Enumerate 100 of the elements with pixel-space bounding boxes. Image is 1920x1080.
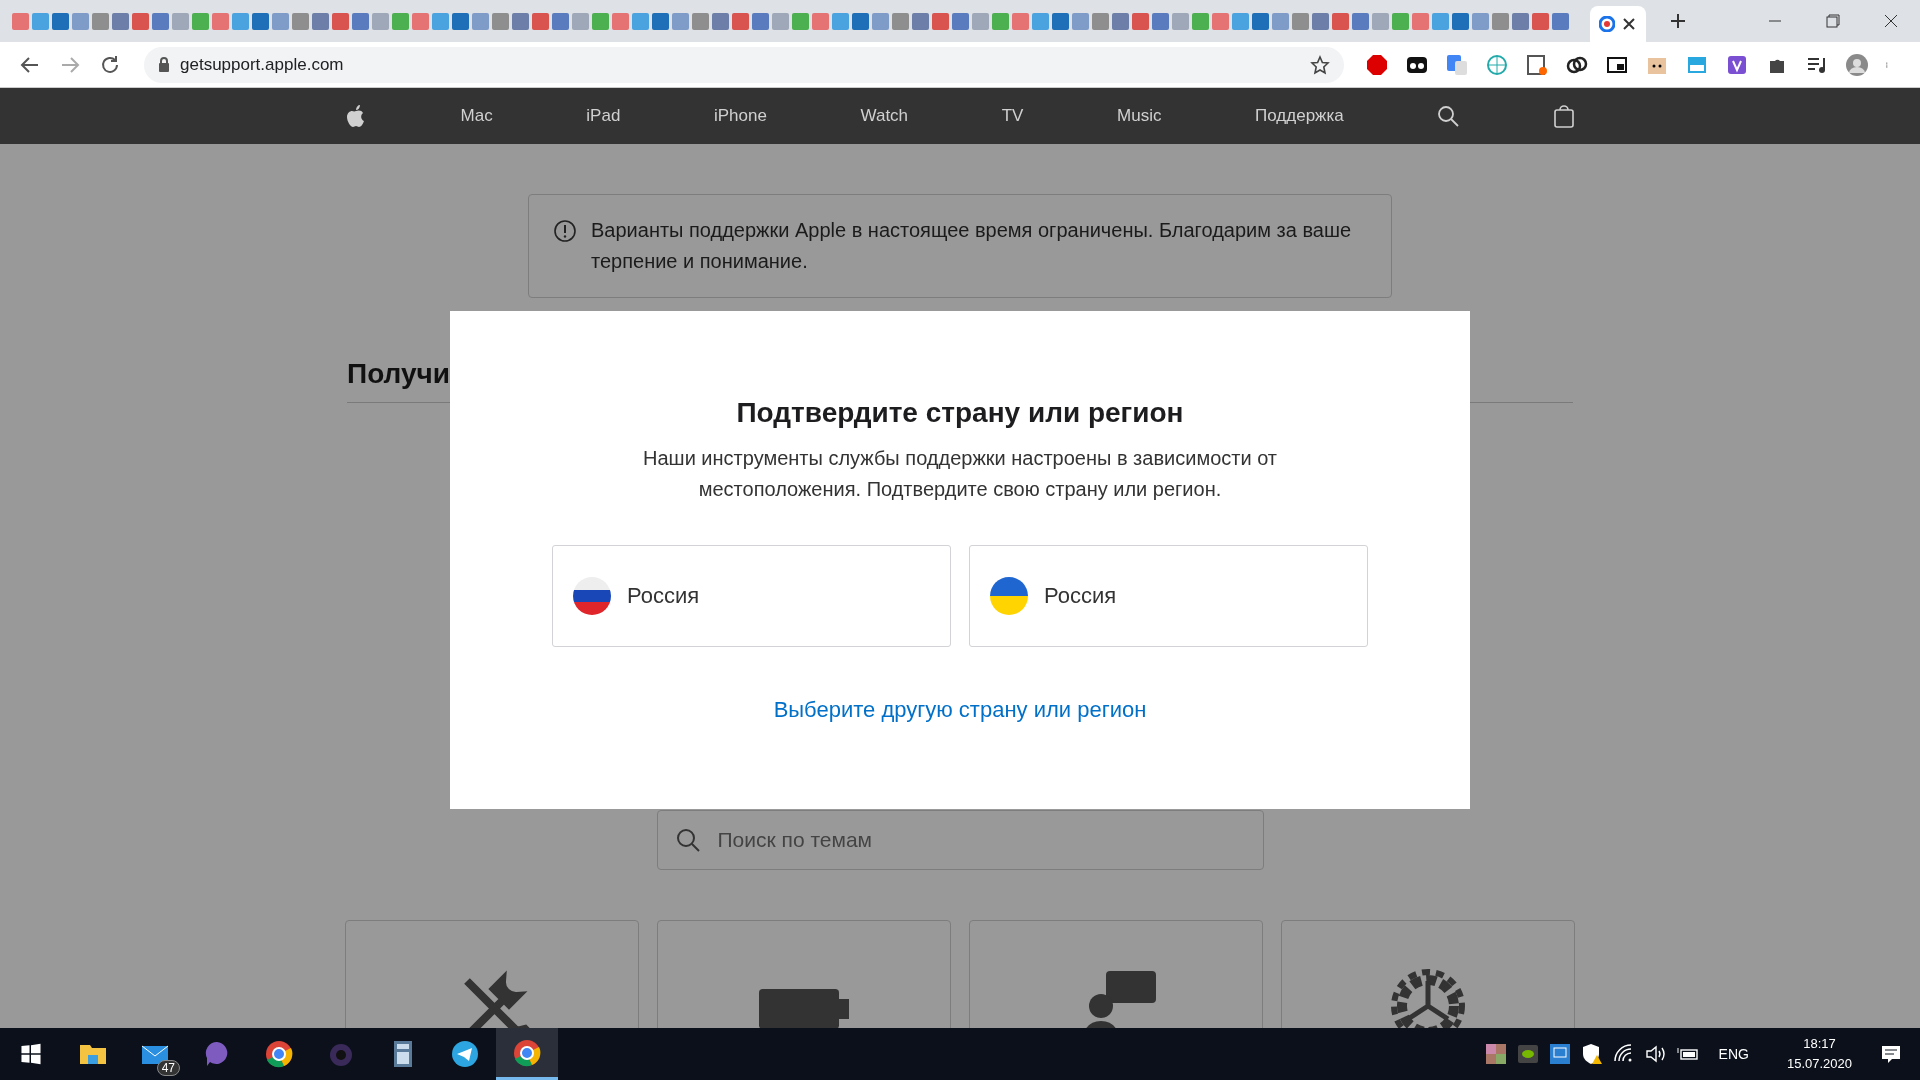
tab-favicon-icon[interactable] bbox=[232, 12, 249, 30]
tab-favicon-icon[interactable] bbox=[292, 12, 309, 30]
tab-favicon-icon[interactable] bbox=[1312, 12, 1329, 30]
tab-favicon-icon[interactable] bbox=[672, 12, 689, 30]
network-app-icon[interactable] bbox=[1548, 1043, 1571, 1065]
tab-favicon-icon[interactable] bbox=[892, 12, 909, 30]
extension-icon[interactable] bbox=[1526, 53, 1548, 76]
nav-link[interactable]: Watch bbox=[860, 106, 909, 126]
tab-favicon-icon[interactable] bbox=[392, 12, 409, 30]
tab-favicon-icon[interactable] bbox=[1272, 12, 1289, 30]
tab-favicon-icon[interactable] bbox=[732, 12, 749, 30]
country-option[interactable]: Россия bbox=[969, 545, 1368, 647]
tab-favicon-icon[interactable] bbox=[772, 12, 789, 30]
tab-favicon-icon[interactable] bbox=[112, 12, 129, 30]
tab-favicon-icon[interactable] bbox=[1252, 12, 1269, 30]
tab-favicon-icon[interactable] bbox=[1192, 12, 1209, 30]
tab-favicon-icon[interactable] bbox=[612, 12, 629, 30]
nav-link[interactable]: iPad bbox=[586, 106, 621, 126]
tab-favicon-icon[interactable] bbox=[1372, 12, 1389, 30]
tab-favicon-icon[interactable] bbox=[132, 12, 149, 30]
tab-favicon-icon[interactable] bbox=[972, 12, 989, 30]
shopping-bag-icon[interactable] bbox=[1552, 104, 1575, 128]
tab-favicon-icon[interactable] bbox=[1132, 12, 1149, 30]
tab-favicon-icon[interactable] bbox=[1112, 12, 1129, 30]
tab-favicon-icon[interactable] bbox=[532, 12, 549, 30]
browser-icon[interactable] bbox=[264, 1039, 294, 1069]
tab-favicon-icon[interactable] bbox=[472, 12, 489, 30]
tab-favicon-icon[interactable] bbox=[192, 12, 209, 30]
volume-icon[interactable] bbox=[1644, 1043, 1667, 1065]
tab-favicon-icon[interactable] bbox=[452, 12, 469, 30]
other-country-link[interactable]: Выберите другую страну или регион bbox=[773, 697, 1147, 723]
tab-favicon-icon[interactable] bbox=[412, 12, 429, 30]
country-option[interactable]: Россия bbox=[552, 545, 951, 647]
tab-favicon-icon[interactable] bbox=[252, 12, 269, 30]
windows-logo-icon[interactable] bbox=[20, 1043, 42, 1065]
tab-favicon-icon[interactable] bbox=[792, 12, 809, 30]
tab-favicon-icon[interactable] bbox=[652, 12, 669, 30]
tab-favicon-icon[interactable] bbox=[852, 12, 869, 30]
tab-favicon-icon[interactable] bbox=[552, 12, 569, 30]
tab-favicon-icon[interactable] bbox=[912, 12, 929, 30]
tab-favicon-icon[interactable] bbox=[1152, 12, 1169, 30]
close-icon[interactable] bbox=[1884, 14, 1898, 28]
bookmark-star-icon[interactable] bbox=[1310, 54, 1330, 75]
language-indicator[interactable]: ENG bbox=[1718, 1046, 1749, 1062]
tab-favicon-icon[interactable] bbox=[1052, 12, 1069, 30]
apple-logo-icon[interactable] bbox=[345, 104, 367, 128]
color-grid-icon[interactable] bbox=[1484, 1043, 1507, 1065]
nav-link[interactable]: TV bbox=[1001, 106, 1024, 126]
nav-link[interactable]: Mac bbox=[460, 106, 493, 126]
tab-favicon-icon[interactable] bbox=[332, 12, 349, 30]
tab-favicon-icon[interactable] bbox=[932, 12, 949, 30]
tab-favicon-icon[interactable] bbox=[52, 12, 69, 30]
tab-favicon-icon[interactable] bbox=[72, 12, 89, 30]
tab-favicon-icon[interactable] bbox=[372, 12, 389, 30]
tab-favicon-icon[interactable] bbox=[812, 12, 829, 30]
tab-favicon-icon[interactable] bbox=[752, 12, 769, 30]
shield-warning-icon[interactable] bbox=[1580, 1043, 1603, 1065]
nav-link[interactable]: Поддержка bbox=[1255, 106, 1344, 126]
tab-favicon-icon[interactable] bbox=[512, 12, 529, 30]
notification-icon[interactable] bbox=[1880, 1043, 1902, 1065]
tab-favicon-icon[interactable] bbox=[1352, 12, 1369, 30]
tab-favicon-icon[interactable] bbox=[1032, 12, 1049, 30]
tab-favicon-icon[interactable] bbox=[1232, 12, 1249, 30]
search-icon[interactable] bbox=[1437, 104, 1460, 128]
tab-favicon-icon[interactable] bbox=[432, 12, 449, 30]
restore-icon[interactable] bbox=[1826, 14, 1840, 28]
tab-favicon-icon[interactable] bbox=[632, 12, 649, 30]
tab-favicon-icon[interactable] bbox=[1432, 12, 1449, 30]
tab-favicon-icon[interactable] bbox=[272, 12, 289, 30]
close-icon[interactable] bbox=[1621, 16, 1637, 32]
tab-favicon-icon[interactable] bbox=[1492, 12, 1509, 30]
tab-favicon-icon[interactable] bbox=[152, 12, 169, 30]
tab-favicon-icon[interactable] bbox=[692, 12, 709, 30]
tab-favicon-icon[interactable] bbox=[172, 12, 189, 30]
tab-favicon-icon[interactable] bbox=[1092, 12, 1109, 30]
translate-icon[interactable] bbox=[1446, 53, 1468, 76]
tab-favicon-icon[interactable] bbox=[1332, 12, 1349, 30]
tab-favicon-icon[interactable] bbox=[1392, 12, 1409, 30]
new-tab-icon[interactable] bbox=[1670, 13, 1686, 29]
tab-favicon-icon[interactable] bbox=[312, 12, 329, 30]
tab-favicon-icon[interactable] bbox=[1552, 12, 1569, 30]
clock[interactable]: 18:17 15.07.2020 bbox=[1786, 1034, 1852, 1074]
tab-favicon-icon[interactable] bbox=[1072, 12, 1089, 30]
tab-favicon-icon[interactable] bbox=[712, 12, 729, 30]
tab-favicon-icon[interactable] bbox=[1212, 12, 1229, 30]
tab-favicon-icon[interactable] bbox=[872, 12, 889, 30]
tab-favicon-icon[interactable] bbox=[1412, 12, 1429, 30]
tab-favicon-icon[interactable] bbox=[1472, 12, 1489, 30]
reload-icon[interactable] bbox=[99, 53, 121, 76]
tab-favicon-icon[interactable] bbox=[992, 12, 1009, 30]
tab-favicon-icon[interactable] bbox=[492, 12, 509, 30]
graphics-icon[interactable] bbox=[1516, 1043, 1539, 1065]
tab-favicon-icon[interactable] bbox=[952, 12, 969, 30]
tab-favicon-icon[interactable] bbox=[92, 12, 109, 30]
nav-link[interactable]: iPhone bbox=[714, 106, 767, 126]
active-tab[interactable] bbox=[1590, 6, 1646, 42]
tab-favicon-icon[interactable] bbox=[1512, 12, 1529, 30]
address-bar[interactable]: getsupport.apple.com bbox=[144, 46, 1344, 83]
tab-favicon-icon[interactable] bbox=[832, 12, 849, 30]
tab-favicon-icon[interactable] bbox=[592, 12, 609, 30]
